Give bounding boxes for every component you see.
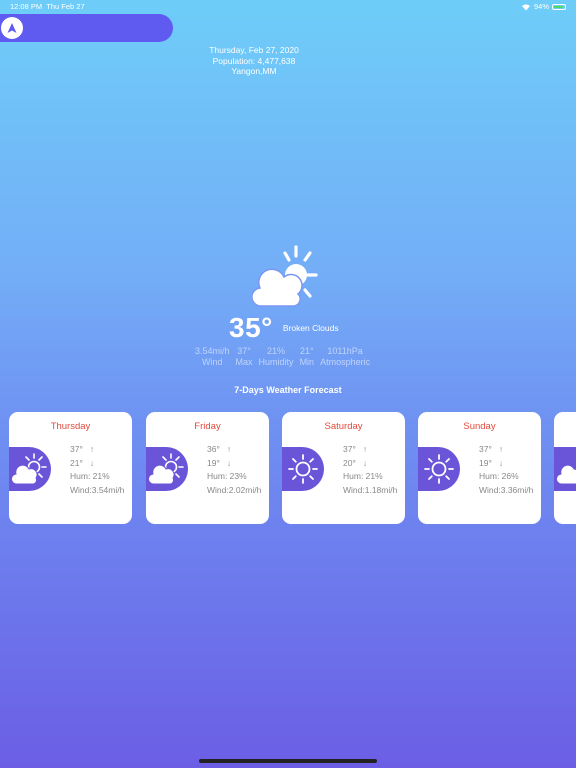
forecast-card-partial[interactable]	[554, 412, 576, 524]
forecast-day: Thursday	[50, 421, 91, 432]
arrow-down-icon: ↓	[498, 457, 504, 468]
forecast-details: 37° ↑ 21° ↓ Hum: 21% Wind:3.54mi/h	[70, 443, 124, 497]
arrow-down-icon: ↓	[226, 457, 232, 468]
city-name: Yangon,MM	[231, 66, 277, 76]
arrow-up-icon: ↑	[498, 444, 504, 454]
forecast-day: Sunday	[463, 421, 496, 432]
wifi-icon	[521, 3, 531, 11]
forecast-card-friday[interactable]: Friday 36° ↑ 19° ↓ Hum: 23% Wind:2.02mi/h	[146, 412, 269, 524]
wind: Wind:1.18mi/h	[343, 484, 398, 495]
partly-cloudy-icon	[252, 245, 318, 307]
humidity: Hum: 21%	[343, 471, 383, 481]
sun-icon	[424, 454, 454, 484]
forecast-details: 36° ↑ 19° ↓ Hum: 23% Wind:2.02mi/h	[207, 443, 261, 497]
forecast-icon-badge	[146, 447, 188, 491]
stat-humidity: 21% Humidity	[258, 346, 294, 367]
current-date: Thursday, Feb 27, 2020	[209, 45, 299, 55]
battery-percent: 94%	[533, 2, 549, 11]
status-bar: 12:08 PM Thu Feb 27 94%	[10, 2, 566, 14]
partly-cloudy-icon	[149, 453, 184, 485]
location-search-bar[interactable]	[0, 14, 173, 42]
status-time-date: 12:08 PM Thu Feb 27	[10, 2, 85, 11]
city-header: Thursday, Feb 27, 2020 Population: 4,477…	[0, 45, 508, 77]
partly-cloudy-icon	[557, 464, 576, 485]
min-temp: 21°	[70, 457, 83, 468]
population: Population: 4,477,638	[212, 55, 296, 66]
forecast-card-thursday[interactable]: Thursday 37° ↑ 21° ↓ Hum: 21% Wind:3.54mi/…	[9, 412, 132, 524]
status-right: 94%	[521, 2, 566, 11]
arrow-down-icon: ↓	[362, 457, 368, 468]
wind: Wind:3.54mi/h	[70, 484, 125, 495]
humidity: Hum: 23%	[207, 471, 247, 481]
humidity: Hum: 21%	[70, 471, 110, 481]
home-indicator[interactable]	[199, 759, 377, 763]
stat-min: 21° Min	[299, 346, 315, 367]
forecast-day: Saturday	[324, 421, 363, 432]
arrow-up-icon: ↑	[226, 444, 232, 454]
max-temp: 37°	[70, 444, 83, 454]
forecast-title: 7-Days Weather Forecast	[234, 385, 342, 395]
min-temp: 19°	[479, 457, 492, 468]
forecast-details: 37° ↑ 19° ↓ Hum: 26% Wind:3.36mi/h	[479, 443, 533, 497]
battery-icon	[552, 3, 566, 10]
stat-max: 37° Max	[235, 346, 253, 367]
location-arrow-button[interactable]	[1, 17, 23, 39]
forecast-card-sunday[interactable]: Sunday 37° ↑ 19° ↓ Hum: 26% Wind:3.36mi/h	[418, 412, 541, 524]
max-temp: 36°	[207, 444, 220, 454]
forecast-details: 37° ↑ 20° ↓ Hum: 21% Wind:1.18mi/h	[343, 443, 397, 497]
forecast-icon-badge	[554, 447, 576, 491]
wind: Wind:2.02mi/h	[207, 484, 262, 495]
min-temp: 19°	[207, 457, 220, 468]
current-weather: 35° Broken Clouds	[229, 312, 339, 344]
forecast-icon-badge	[418, 447, 460, 491]
humidity: Hum: 26%	[479, 471, 519, 481]
current-temperature: 35°	[229, 312, 273, 343]
min-temp: 20°	[343, 457, 356, 468]
partly-cloudy-icon	[12, 453, 47, 485]
stat-atmospheric: 1011hPa Atmospheric	[320, 346, 371, 367]
stat-wind: 3.54mi/h Wind	[195, 346, 230, 367]
forecast-card-saturday[interactable]: Saturday 37° ↑ 20° ↓ Hum: 21% Wind:1.18mi/…	[282, 412, 405, 524]
navigation-arrow-icon	[7, 23, 17, 33]
arrow-down-icon: ↓	[89, 457, 95, 468]
weather-stats: 3.54mi/h Wind 37° Max 21% Humidity 21° Min 1…	[195, 346, 370, 368]
max-temp: 37°	[343, 444, 356, 454]
weather-condition: Broken Clouds	[282, 323, 339, 333]
arrow-up-icon: ↑	[89, 444, 95, 454]
forecast-icon-badge	[282, 447, 324, 491]
forecast-day: Friday	[194, 421, 221, 432]
arrow-up-icon: ↑	[362, 444, 368, 454]
max-temp: 37°	[479, 444, 492, 454]
wind: Wind:3.36mi/h	[479, 484, 534, 495]
sun-icon	[288, 454, 318, 484]
forecast-icon-badge	[9, 447, 51, 491]
